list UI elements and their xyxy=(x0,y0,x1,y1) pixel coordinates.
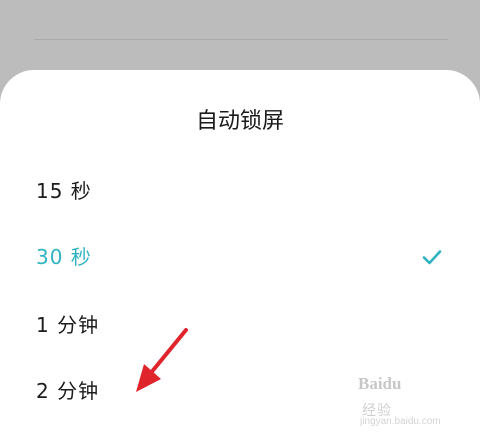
check-icon xyxy=(422,250,442,265)
backdrop-divider xyxy=(34,39,448,40)
dialog-title: 自动锁屏 xyxy=(195,109,284,134)
watermark-domain: jingyan.baidu.com xyxy=(360,416,441,427)
option-label: 2 分钟 xyxy=(36,379,100,403)
option-30-seconds[interactable]: 30 秒 xyxy=(0,232,480,282)
option-label: 15 秒 xyxy=(36,179,92,203)
option-label: 1 分钟 xyxy=(36,313,100,337)
option-label: 30 秒 xyxy=(36,245,92,269)
option-1-minute[interactable]: 1 分钟 xyxy=(0,300,480,350)
option-15-seconds[interactable]: 15 秒 xyxy=(0,166,480,216)
baidu-jingyan-watermark: Baidu 经验 jingyan.baidu.com xyxy=(358,374,476,430)
watermark-brand: Baidu xyxy=(358,374,402,393)
